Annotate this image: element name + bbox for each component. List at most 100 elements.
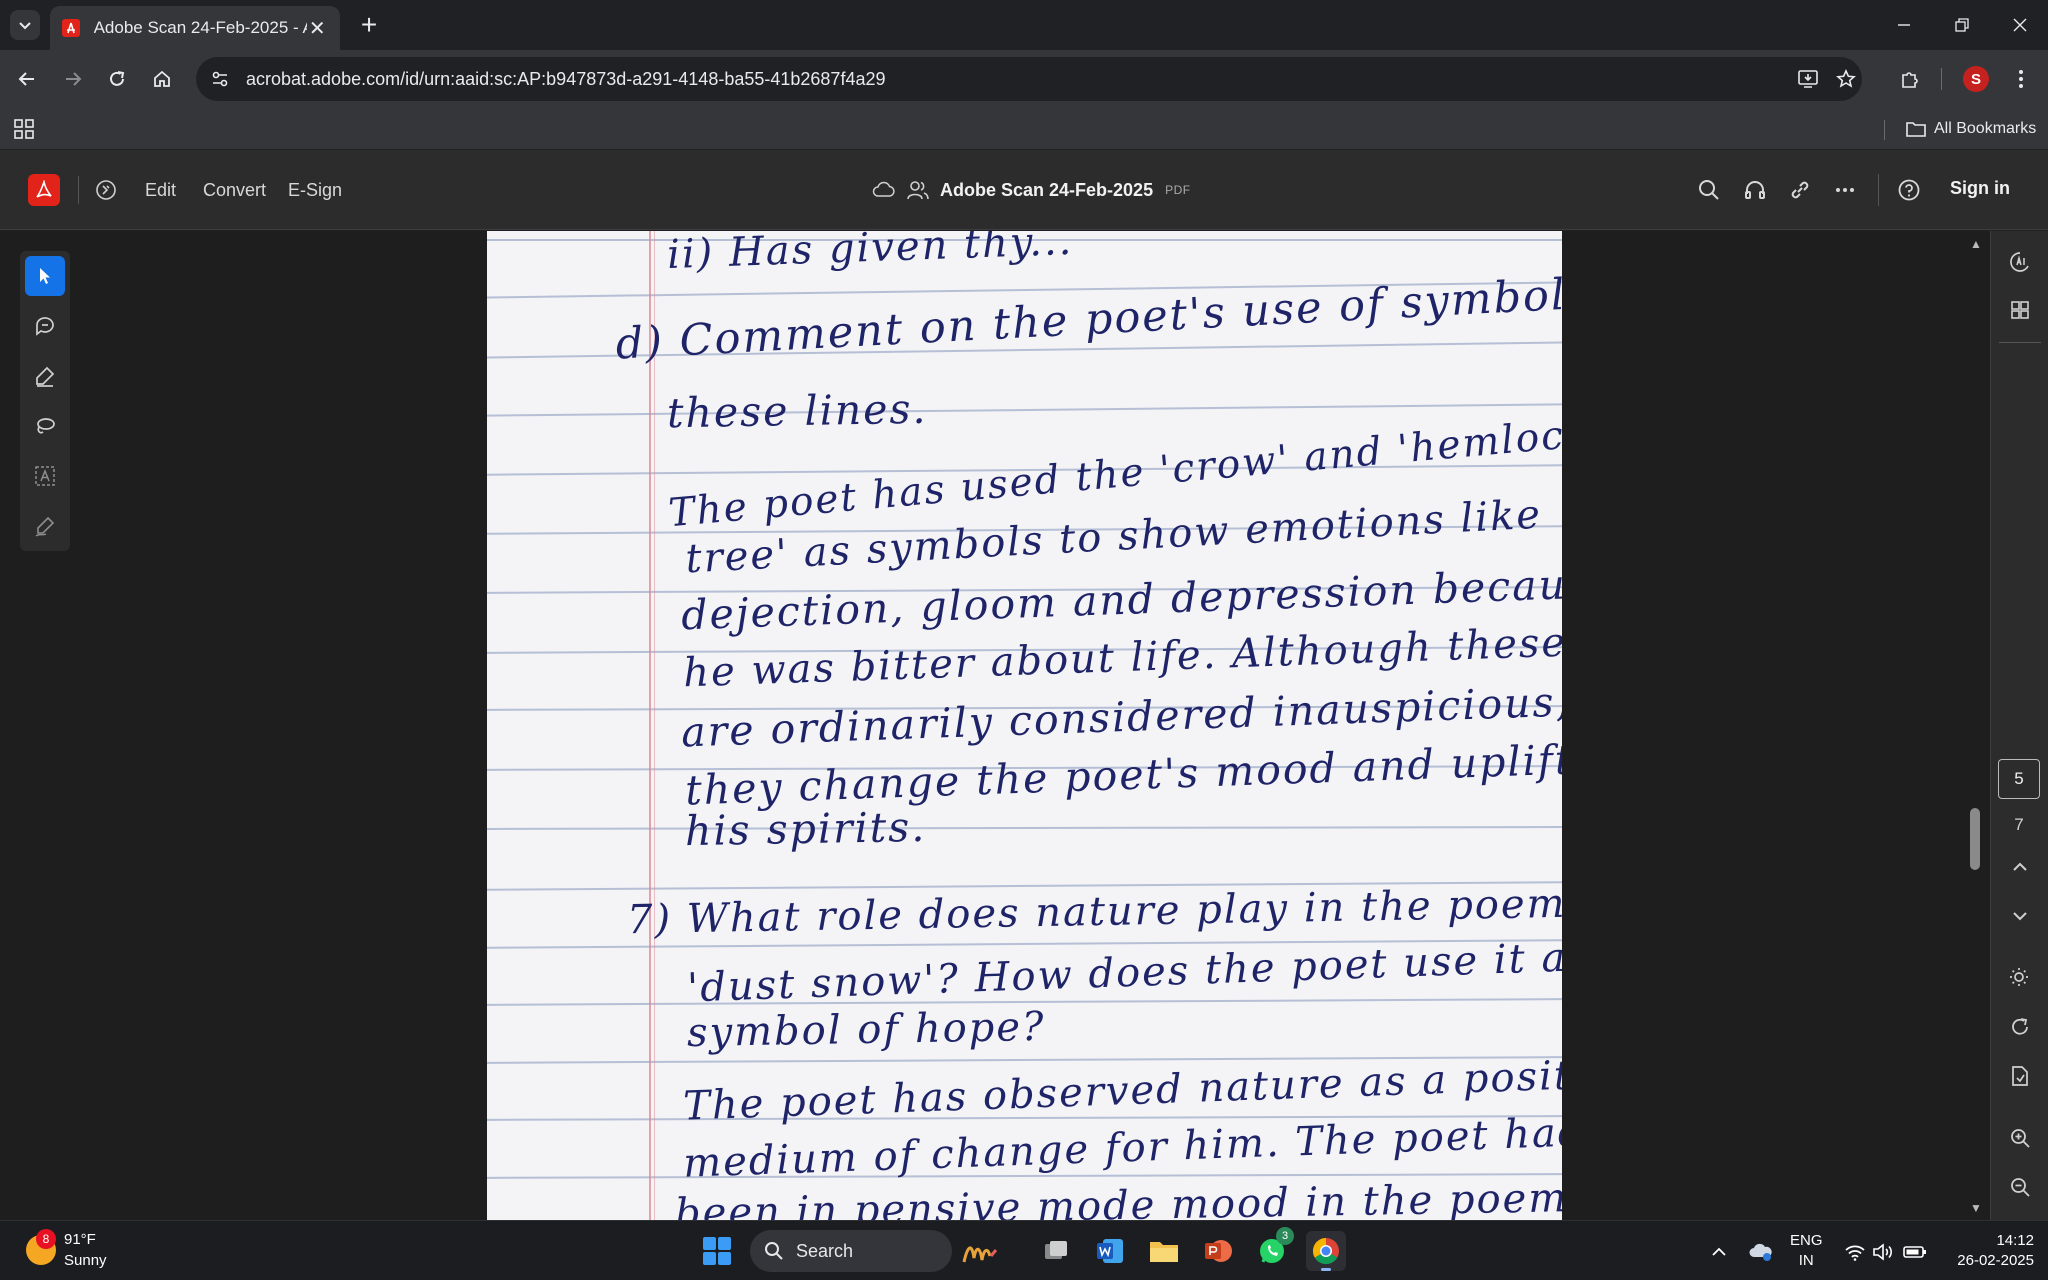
- extensions-button[interactable]: [1893, 62, 1927, 96]
- menu-esign[interactable]: E-Sign: [288, 178, 342, 202]
- page-info-button[interactable]: [2005, 1061, 2035, 1091]
- reload-button[interactable]: [100, 62, 134, 96]
- scroll-up-arrow-icon[interactable]: ▲: [1970, 237, 1982, 251]
- address-bar[interactable]: acrobat.adobe.com/id/urn:aaid:sc:AP:b947…: [196, 57, 1862, 101]
- tab-search-button[interactable]: [10, 10, 40, 40]
- rotate-icon: [2012, 1018, 2028, 1035]
- tune-icon: [212, 71, 228, 87]
- menu-edit[interactable]: Edit: [145, 178, 176, 202]
- file-explorer-button[interactable]: [1144, 1231, 1184, 1271]
- minimize-icon: [1898, 24, 1910, 26]
- header-divider: [78, 176, 79, 204]
- install-app-button[interactable]: [1790, 61, 1826, 97]
- display-mode-button[interactable]: [2005, 962, 2035, 992]
- language-region: IN: [1798, 1252, 1814, 1269]
- wifi-button[interactable]: [1842, 1239, 1868, 1265]
- help-icon: [1898, 179, 1920, 201]
- forward-button[interactable]: [56, 62, 90, 96]
- browser-tab-strip: Adobe Scan 24-Feb-2025 - Ado ✕ +: [0, 0, 2048, 50]
- document-title-area[interactable]: Adobe Scan 24-Feb-2025 PDF: [872, 177, 1191, 203]
- show-hidden-icons-button[interactable]: [1706, 1239, 1732, 1265]
- system-clock[interactable]: 14:12 26-02-2025: [1944, 1231, 2034, 1271]
- display-mode-icon: [2010, 968, 2028, 986]
- rotate-page-button[interactable]: [2005, 1012, 2035, 1042]
- handwritten-line: ii) Has given thy...: [666, 231, 1074, 279]
- clock-time: 14:12: [1996, 1232, 2034, 1249]
- more-horizontal-icon: [1836, 188, 1854, 192]
- apps-grid-icon[interactable]: [12, 117, 36, 141]
- home-button[interactable]: [145, 62, 179, 96]
- new-tab-button[interactable]: +: [354, 9, 384, 40]
- page-margin-line: [649, 231, 651, 1220]
- install-app-icon: [1798, 70, 1818, 88]
- select-tool-button[interactable]: [25, 256, 65, 296]
- weather-condition[interactable]: Sunny: [64, 1252, 107, 1269]
- handwritten-line: 7) What role does nature play in the poe…: [626, 880, 1562, 944]
- restore-button[interactable]: [1934, 0, 1990, 50]
- word-app-button[interactable]: [1090, 1231, 1130, 1271]
- chevron-up-icon: [1712, 1247, 1726, 1256]
- current-page-field[interactable]: 5: [1998, 759, 2040, 799]
- word-icon: [1097, 1239, 1123, 1263]
- close-window-button[interactable]: [1992, 0, 2048, 50]
- task-view-button[interactable]: [1036, 1231, 1076, 1271]
- site-info-button[interactable]: [202, 61, 238, 97]
- profile-avatar[interactable]: S: [1963, 66, 1989, 92]
- windows-logo-pane: [703, 1252, 716, 1265]
- previous-page-button[interactable]: [2005, 852, 2035, 882]
- adobe-acrobat-icon: [62, 19, 80, 37]
- more-options-button[interactable]: [1831, 176, 1859, 204]
- start-button[interactable]: [703, 1237, 731, 1265]
- share-link-button[interactable]: [1786, 176, 1814, 204]
- next-page-button[interactable]: [2005, 901, 2035, 931]
- thumbnails-icon: [2011, 301, 2029, 319]
- sign-tool-button[interactable]: [25, 506, 65, 546]
- wifi-icon: [1845, 1245, 1865, 1261]
- powerpoint-app-button[interactable]: [1198, 1231, 1238, 1271]
- onedrive-button[interactable]: [1748, 1239, 1774, 1265]
- thumbnails-button[interactable]: [2005, 295, 2035, 325]
- select-cursor-icon: [40, 268, 50, 284]
- arrow-right-icon: [66, 72, 82, 86]
- scrollbar-thumb[interactable]: [1970, 808, 1980, 870]
- highlight-tool-button[interactable]: [25, 356, 65, 396]
- adobe-acrobat-logo[interactable]: [28, 174, 60, 206]
- whatsapp-app-button[interactable]: 3: [1252, 1227, 1294, 1271]
- restore-icon: [1955, 18, 1969, 32]
- acrobat-home-icon[interactable]: [94, 178, 118, 202]
- widgets-highlight-button[interactable]: [960, 1231, 1000, 1271]
- find-button[interactable]: [1695, 176, 1723, 204]
- sign-in-button[interactable]: Sign in: [1950, 178, 2010, 199]
- powerpoint-icon: [1205, 1240, 1232, 1262]
- zoom-out-button[interactable]: [2005, 1172, 2035, 1202]
- comment-tool-button[interactable]: [25, 306, 65, 346]
- language-indicator[interactable]: ENG IN: [1790, 1231, 1823, 1271]
- weather-temperature[interactable]: 91°F: [64, 1231, 96, 1248]
- draw-tool-button[interactable]: [25, 406, 65, 446]
- all-bookmarks-button[interactable]: All Bookmarks: [1906, 116, 2036, 142]
- back-button[interactable]: [10, 62, 44, 96]
- browser-menu-button[interactable]: [2004, 62, 2038, 96]
- battery-button[interactable]: [1902, 1239, 1928, 1265]
- minimize-button[interactable]: [1876, 0, 1932, 50]
- menu-convert[interactable]: Convert: [203, 178, 266, 202]
- volume-button[interactable]: [1870, 1239, 1896, 1265]
- vertical-scrollbar[interactable]: ▲ ▼: [1966, 231, 1982, 1220]
- pdf-page[interactable]: ii) Has given thy... d) Comment on the p…: [487, 231, 1562, 1220]
- text-tool-button[interactable]: [25, 456, 65, 496]
- toolbar-divider: [1941, 68, 1942, 90]
- read-aloud-button[interactable]: [1741, 176, 1769, 204]
- zoom-in-button[interactable]: [2005, 1123, 2035, 1153]
- ai-assistant-button[interactable]: [2005, 247, 2035, 277]
- browser-tab-active[interactable]: Adobe Scan 24-Feb-2025 - Ado ✕: [50, 6, 340, 50]
- scroll-down-arrow-icon[interactable]: ▼: [1970, 1201, 1982, 1215]
- taskbar-search-label: Search: [796, 1240, 854, 1261]
- chrome-app-button[interactable]: [1306, 1231, 1346, 1271]
- bookmark-star-button[interactable]: [1828, 61, 1864, 97]
- total-pages: 7: [2014, 815, 2024, 834]
- help-button[interactable]: [1895, 176, 1923, 204]
- taskbar-search-box[interactable]: Search: [750, 1230, 952, 1272]
- close-tab-icon[interactable]: ✕: [307, 17, 328, 40]
- ai-assistant-icon: [2010, 252, 2029, 272]
- star-icon: [1836, 69, 1856, 88]
